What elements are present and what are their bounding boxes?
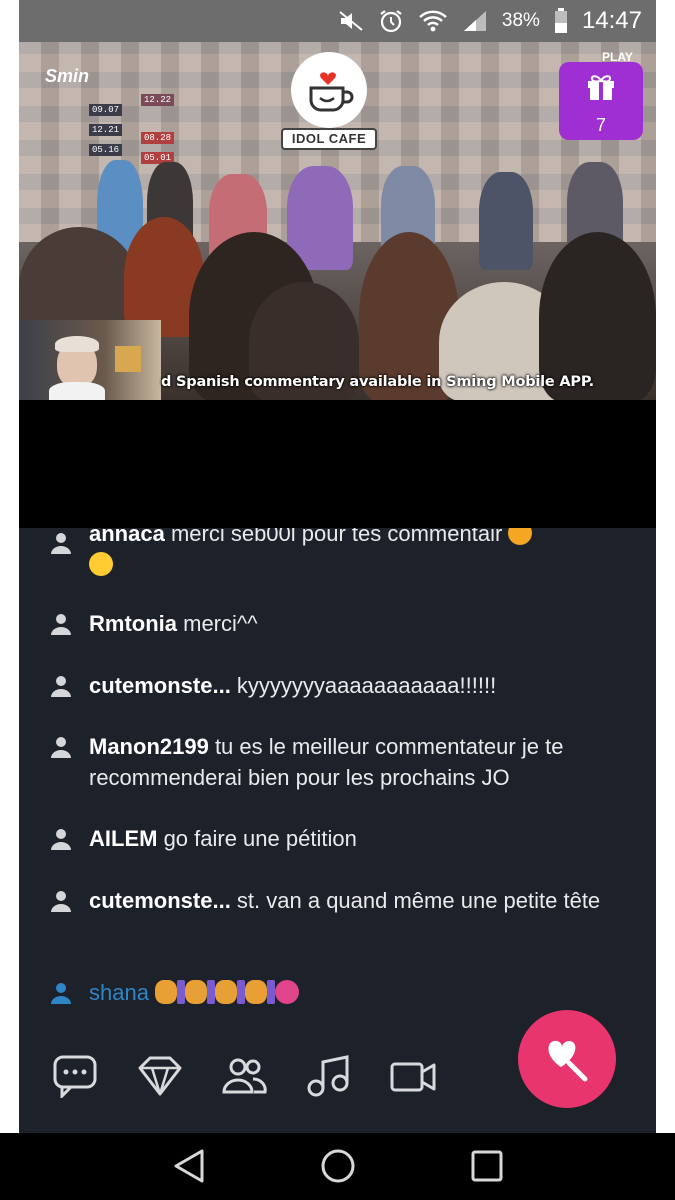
emoji-icon [237,980,246,1004]
user-icon [51,829,71,850]
chat-username: Rmtonia [89,611,177,636]
chat-body: st. van a quand même une petite tête [230,888,601,913]
users-icon[interactable] [220,1054,268,1098]
chat-text: cutemonste... kyyyyyyyaaaaaaaaaaa!!!!!! [89,670,634,701]
heart-lollipop-icon [548,1040,588,1082]
user-icon [51,983,71,1004]
idol-cafe-logo: IDOL CAFE [281,52,377,152]
emoji-icon [267,980,276,1004]
gift-count: 7 [595,115,606,135]
diamond-icon[interactable] [136,1054,184,1098]
date-tag: 12.22 [141,94,175,106]
user-icon [51,737,71,758]
heart-emoji-icon [275,980,300,1004]
chat-username: Manon2199 [89,734,209,759]
chat-username: cutemonste... [89,673,231,698]
user-icon [51,891,71,912]
chat-text: Rmtonia merci^^ [89,608,634,639]
chat-body: go faire une pétition [157,826,357,851]
chat-body: kyyyyyyyaaaaaaaaaaa!!!!!! [230,673,497,698]
user-icon [51,533,71,554]
recents-icon[interactable] [470,1148,504,1184]
chat-body: merci^^ [177,611,258,636]
bottom-toolbar [19,1010,656,1133]
back-icon[interactable] [172,1148,206,1184]
wifi-icon [419,10,447,32]
emoji-icon [245,980,268,1004]
music-icon[interactable] [304,1054,352,1098]
chat-icon[interactable] [52,1054,100,1098]
gift-icon [588,75,614,100]
status-bar: 38% 14:47 [19,0,656,42]
coffee-cup-icon [309,72,354,112]
app-screen: 38% 14:47 09.07 12.21 05.16 12.22 08.28 … [19,0,656,1133]
emoji-icon [185,980,208,1004]
home-icon[interactable] [320,1148,356,1184]
chat-text: annaca merci seb00l pour tes commentair [89,528,634,580]
emoji-icon [155,980,178,1004]
signal-icon [463,11,486,31]
date-tag: 09.07 [89,104,123,116]
send-heart-button[interactable] [518,1010,616,1108]
alarm-icon [380,10,402,33]
battery-percent: 38% [501,10,540,31]
chat-username: AILEM [89,826,158,851]
performer [479,172,533,270]
user-icon [51,676,71,697]
chat-text: AILEM go faire une pétition [89,823,634,854]
chat-feed[interactable]: annaca merci seb00l pour tes commentair … [19,528,656,1018]
emoji-icon [177,980,186,1004]
chat-username: cutemonste... [89,888,231,913]
channel-logo: Smin [45,66,90,86]
mute-icon [339,11,363,31]
emoji-icon [508,528,533,545]
idol-cafe-label: IDOL CAFE [281,128,377,150]
chat-text: cutemonste... st. van a quand même une p… [89,885,634,916]
android-nav-bar [0,1133,675,1200]
video-subtitle: d Spanish commentary available in Sming … [161,374,594,390]
battery-icon [554,8,567,33]
clock: 14:47 [581,7,642,34]
live-video-player[interactable]: 09.07 12.21 05.16 12.22 08.28 05.01 Smin [19,42,656,400]
user-icon [51,614,71,635]
video-letterbox [19,400,656,528]
gift-button[interactable]: 7 [559,62,643,140]
chat-username: annaca [89,528,165,546]
emoji-icon [207,980,216,1004]
date-tag: 12.21 [89,124,123,136]
commentator-camera [19,320,161,400]
date-tag: 05.16 [89,144,123,156]
emoji-icon [215,980,238,1004]
chat-text: Manon2199 tu es le meilleur commentateur… [89,731,634,793]
laughing-emoji-icon [89,552,113,576]
date-tag: 08.28 [141,132,175,144]
video-camera-icon[interactable] [389,1054,437,1098]
chat-username: shana [89,980,149,1005]
chat-text: shana [89,977,634,1008]
chat-body: merci seb00l pour tes commentair [164,528,509,546]
